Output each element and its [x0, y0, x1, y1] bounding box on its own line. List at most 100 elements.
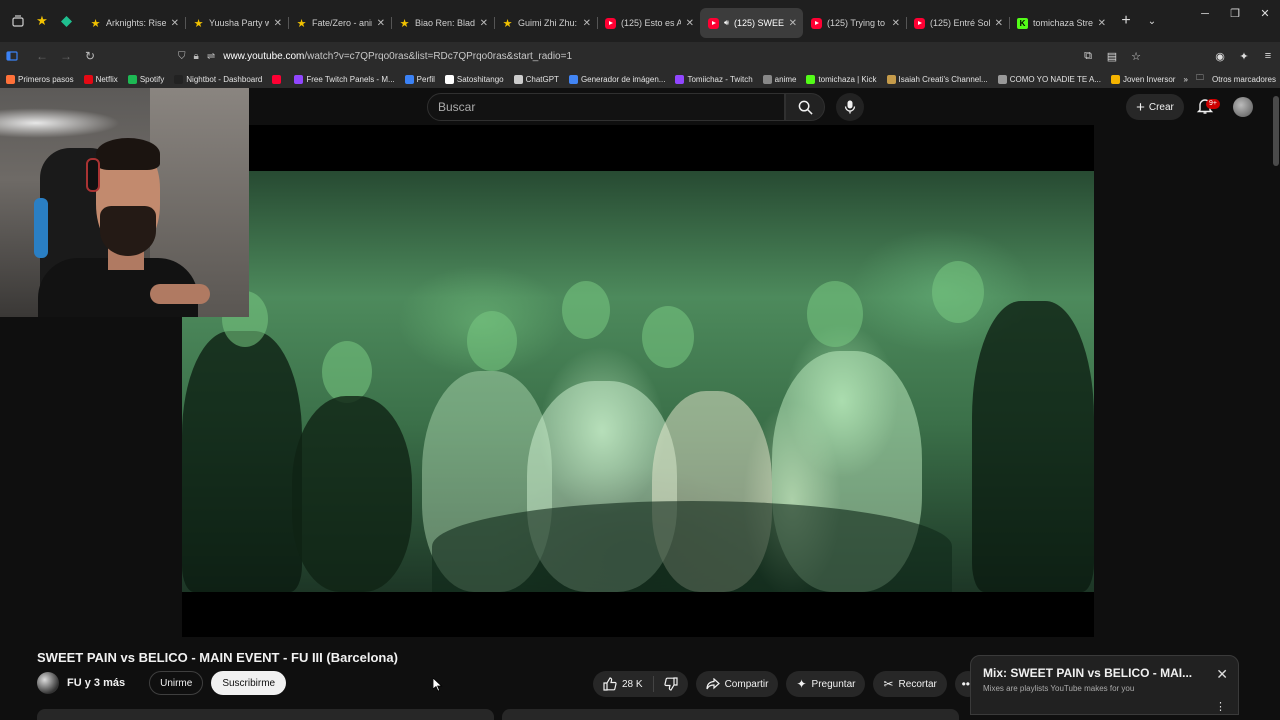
bookmark-item[interactable]: Free Twitch Panels - M...: [294, 74, 395, 84]
bookmark-item[interactable]: [272, 74, 284, 84]
speaker-icon[interactable]: 🔊︎: [724, 18, 729, 28]
scrollbar-thumb[interactable]: [1273, 96, 1279, 166]
channel-avatar[interactable]: [37, 672, 59, 694]
subscribe-button[interactable]: Suscribirme: [211, 671, 287, 695]
tab-label: Yuusha Party wo: [209, 18, 269, 28]
avatar[interactable]: [1233, 97, 1253, 117]
tab-close-icon[interactable]: ✕: [480, 18, 488, 29]
share-button[interactable]: Compartir: [695, 671, 779, 697]
clip-button[interactable]: ✂ Recortar: [873, 671, 947, 697]
bookmark-label: Nightbot - Dashboard: [186, 74, 263, 84]
account-icon[interactable]: ◉: [1208, 50, 1232, 63]
webcam-chair-stripe: [34, 198, 48, 258]
tab-list-menu-icon[interactable]: ⌄: [1140, 16, 1164, 27]
tab-close-icon[interactable]: ✕: [995, 18, 1003, 29]
bookmark-item[interactable]: Spotify: [127, 74, 164, 84]
other-bookmarks-label: Otros marcadores: [1211, 74, 1276, 84]
browser-tab[interactable]: ★ Arknights: Rise fr ✕: [82, 8, 185, 38]
tab-label: Guimi Zhi Zhu: Xi: [518, 18, 578, 28]
browser-tab[interactable]: ★ Fate/Zero - anime ✕: [288, 8, 391, 38]
crowd-figure: [182, 331, 302, 592]
crowd-figure: [807, 281, 863, 347]
dislike-button[interactable]: [654, 677, 688, 691]
bookmark-item[interactable]: Isaiah Creati's Channel...: [886, 74, 988, 84]
bookmark-star-icon[interactable]: ☆: [1124, 50, 1148, 63]
pinned-tab-star-icon[interactable]: ★: [32, 11, 52, 31]
ask-button[interactable]: ✦ Preguntar: [786, 671, 866, 697]
search-button[interactable]: [785, 93, 825, 121]
other-bookmarks[interactable]: » 🗀︎ Otros marcadores: [1177, 70, 1276, 88]
bookmark-favicon-icon: [568, 74, 578, 84]
browser-tab[interactable]: (125) Trying to be ✕: [803, 8, 906, 38]
bookmark-favicon-icon: [83, 74, 93, 84]
close-window-icon[interactable]: ✕: [1250, 0, 1280, 28]
tab-close-icon[interactable]: ✕: [1098, 18, 1106, 29]
picture-in-picture-icon[interactable]: ⧉: [1076, 50, 1100, 63]
extensions-icon[interactable]: ✦: [1232, 50, 1256, 63]
bookmark-item[interactable]: Perfil: [404, 74, 435, 84]
bookmark-item[interactable]: Tomiichaz - Twitch: [675, 74, 753, 84]
tab-close-icon[interactable]: ✕: [686, 18, 694, 29]
channel-name[interactable]: FU y 3 más: [67, 677, 125, 689]
bookmark-item[interactable]: ChatGPT: [513, 74, 559, 84]
browser-tab[interactable]: (125) Entré Solo a ✕: [906, 8, 1009, 38]
bookmark-item[interactable]: COMO YO NADIE TE A...: [997, 74, 1101, 84]
reload-icon[interactable]: ↻: [78, 49, 102, 63]
page-scrollbar[interactable]: [1272, 88, 1280, 720]
tab-close-icon[interactable]: ✕: [377, 18, 385, 29]
back-arrow-icon[interactable]: ←: [30, 49, 54, 63]
mix-title[interactable]: Mix: SWEET PAIN vs BELICO - MAI...: [983, 666, 1203, 680]
reader-view-icon[interactable]: ▤: [1100, 50, 1124, 63]
browser-tab[interactable]: ★ Biao Ren: Blades c ✕: [391, 8, 494, 38]
tab-close-icon[interactable]: ✕: [583, 18, 591, 29]
description-box[interactable]: [37, 709, 494, 720]
bookmark-label: Tomiichaz - Twitch: [687, 74, 753, 84]
restore-icon[interactable]: ❐: [1220, 0, 1250, 28]
more-vertical-icon[interactable]: ⋮: [1215, 700, 1226, 713]
tab-close-icon[interactable]: ✕: [789, 18, 797, 29]
video-player[interactable]: [182, 125, 1094, 637]
bookmark-item[interactable]: Generador de imágen...: [568, 74, 665, 84]
bookmark-label: COMO YO NADIE TE A...: [1009, 74, 1101, 84]
tab-close-icon[interactable]: ✕: [892, 18, 900, 29]
browser-tab[interactable]: Ktomichaza Stream ✕: [1009, 8, 1112, 38]
browser-menu-icon[interactable]: ≡: [1256, 50, 1280, 62]
join-button[interactable]: Unirme: [149, 671, 204, 695]
bookmark-item[interactable]: anime: [762, 74, 796, 84]
tab-label: Fate/Zero - anime: [312, 18, 372, 28]
lock-icon[interactable]: 🔒︎: [194, 51, 199, 62]
bookmark-item[interactable]: Satoshitango: [444, 74, 504, 84]
browser-tab[interactable]: 🔊︎ (125) SWEET F ✕: [700, 8, 803, 38]
create-button[interactable]: + Crear: [1126, 94, 1184, 120]
bookmark-item[interactable]: Joven Inversor: [1110, 74, 1175, 84]
forward-arrow-icon[interactable]: →: [54, 49, 78, 63]
minimize-icon[interactable]: ─: [1190, 0, 1220, 28]
star-icon: ★: [296, 17, 307, 30]
pinned-tab-diamond-icon[interactable]: [56, 11, 76, 31]
browser-tab[interactable]: ★ Guimi Zhi Zhu: Xi ✕: [494, 8, 597, 38]
new-tab-button[interactable]: +: [1112, 12, 1140, 30]
crowd-figure: [932, 261, 984, 323]
search-input[interactable]: Buscar: [427, 93, 785, 121]
video-frame[interactable]: [182, 171, 1094, 592]
bookmark-favicon-icon: [174, 74, 184, 84]
browser-tab[interactable]: ★ Yuusha Party wo ✕: [185, 8, 288, 38]
tab-close-icon[interactable]: ✕: [171, 18, 179, 29]
browser-tab[interactable]: (125) Esto es Arge ✕: [597, 8, 700, 38]
close-icon[interactable]: ✕: [1216, 666, 1228, 683]
voice-search-button[interactable]: [836, 93, 864, 121]
shield-icon[interactable]: ⛉: [178, 51, 186, 62]
like-button[interactable]: 28 K: [593, 676, 654, 692]
sidebar-toggle-icon[interactable]: [6, 50, 30, 62]
bookmark-item[interactable]: Netflix: [83, 74, 118, 84]
bookmark-item[interactable]: Nightbot - Dashboard: [174, 74, 263, 84]
bookmark-item[interactable]: Primeros pasos: [6, 74, 74, 84]
tab-overview-icon[interactable]: [8, 11, 28, 31]
chevron-right-icon[interactable]: »: [1184, 75, 1188, 84]
comments-box[interactable]: [502, 709, 959, 720]
bookmark-item[interactable]: tomichaza | Kick: [806, 74, 877, 84]
url-field[interactable]: ⛉ 🔒︎ ⇌ www.youtube.com/watch?v=c7QPrqo0r…: [178, 45, 1138, 67]
share-icon: [705, 678, 720, 690]
site-settings-icon[interactable]: ⇌: [207, 51, 215, 62]
tab-close-icon[interactable]: ✕: [274, 18, 282, 29]
